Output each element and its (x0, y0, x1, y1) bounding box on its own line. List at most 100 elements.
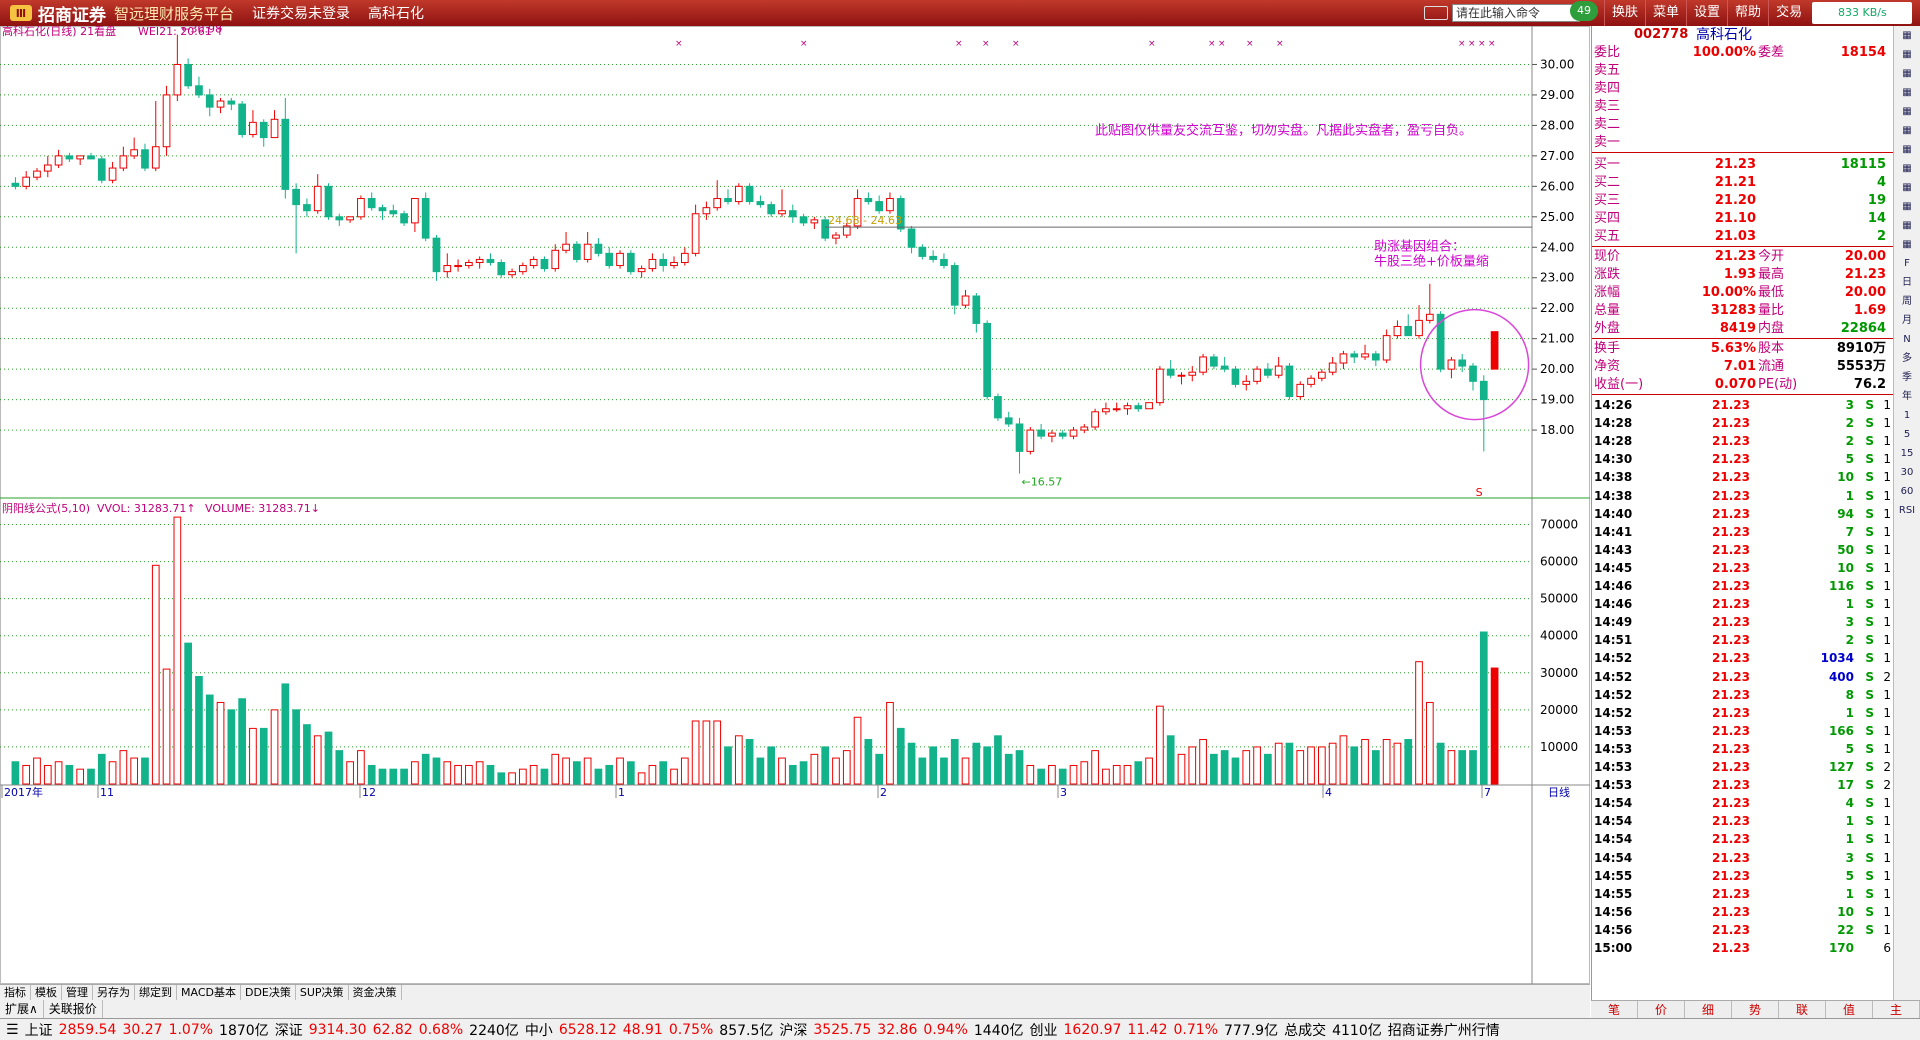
menu-item-换肤[interactable]: 换肤 (1604, 0, 1645, 26)
sell-row: 卖一 (1592, 134, 1894, 152)
candle[interactable] (994, 393, 1002, 421)
indicator-tab-指标[interactable]: 指标 (0, 985, 31, 1000)
side-tool-icon[interactable]: ▦ (1894, 26, 1920, 45)
login-status[interactable]: 证券交易未登录 (252, 3, 350, 23)
indicator-tab-MACD基本[interactable]: MACD基本 (177, 985, 241, 1000)
side-tab-月[interactable]: 月 (1894, 311, 1920, 330)
side-tool-icon[interactable]: ▦ (1894, 235, 1920, 254)
candle[interactable] (745, 183, 754, 205)
menu-item-交易[interactable]: 交易 (1768, 0, 1809, 26)
side-tab-1[interactable]: 1 (1894, 406, 1920, 425)
extension-tab-关联报价[interactable]: 关联报价 (44, 1000, 103, 1018)
side-tool-icon[interactable]: ▦ (1894, 178, 1920, 197)
index-change: 30.27 (122, 1021, 163, 1038)
tick-count: 2 (1883, 778, 1891, 793)
candle[interactable] (238, 101, 246, 138)
side-tab-5[interactable]: 5 (1894, 425, 1920, 444)
kline-chart[interactable]: 30.00 29.00 28.00 27.00 26.00 25.00 24.00 23.00… (0, 26, 1590, 984)
candle[interactable] (1253, 366, 1261, 385)
side-tool-icon[interactable]: ▦ (1894, 121, 1920, 140)
indicator-tab-管理[interactable]: 管理 (62, 985, 93, 1000)
candle[interactable] (1490, 331, 1499, 370)
indicator-tab-绑定到[interactable]: 绑定到 (135, 985, 177, 1000)
volume-bar (972, 742, 981, 785)
side-tab-60[interactable]: 60 (1894, 482, 1920, 501)
candle[interactable] (983, 320, 991, 400)
side-tool-icon[interactable]: ▦ (1894, 83, 1920, 102)
side-tab-日[interactable]: 日 (1894, 273, 1920, 292)
candle[interactable] (573, 241, 581, 263)
candle-body (670, 262, 678, 267)
quote-tab-联[interactable]: 联 (1779, 1001, 1826, 1018)
side-tool-icon[interactable]: ▦ (1894, 216, 1920, 235)
volume-bar (1058, 768, 1067, 785)
menu-item-帮助[interactable]: 帮助 (1727, 0, 1768, 26)
tick-direction: S (1865, 651, 1874, 666)
keyboard-icon[interactable] (1424, 6, 1448, 20)
side-tab-30[interactable]: 30 (1894, 463, 1920, 482)
extension-tab-扩展∧[interactable]: 扩展∧ (0, 1000, 44, 1018)
candle[interactable] (324, 183, 333, 220)
volume-bar (907, 742, 916, 785)
side-tool-icon[interactable]: ▦ (1894, 102, 1920, 121)
notification-badge[interactable]: 49 (1570, 1, 1598, 21)
candle[interactable] (1296, 381, 1305, 400)
quote-tab-细[interactable]: 细 (1685, 1001, 1732, 1018)
side-tab-季[interactable]: 季 (1894, 368, 1920, 387)
candle[interactable] (1199, 353, 1207, 376)
indicator-tab-资金决策[interactable]: 资金决策 (349, 985, 402, 1000)
volume-bar (1285, 742, 1294, 785)
side-tool-icon[interactable]: ▦ (1894, 140, 1920, 159)
side-tab-多[interactable]: 多 (1894, 349, 1920, 368)
command-input[interactable]: 请在此输入命令 (1452, 4, 1580, 22)
quote-tab-主[interactable]: 主 (1873, 1001, 1920, 1018)
candle[interactable] (1231, 366, 1240, 388)
side-tab-F[interactable]: F (1894, 254, 1920, 273)
candle[interactable] (734, 183, 743, 205)
indicator-tab-SUP决策[interactable]: SUP决策 (296, 985, 349, 1000)
candle[interactable] (162, 85, 171, 156)
candle[interactable] (626, 250, 635, 275)
quote-tab-价[interactable]: 价 (1638, 1001, 1685, 1018)
tick-row: 14:54 21.23 1 S 1 (1592, 812, 1894, 830)
side-tool-icon[interactable]: ▦ (1894, 159, 1920, 178)
menu-item-菜单[interactable]: 菜单 (1645, 0, 1686, 26)
volume-bar (745, 739, 754, 785)
side-tool-icon[interactable]: ▦ (1894, 64, 1920, 83)
tick-price: 21.23 (1712, 452, 1750, 467)
quote-tab-笔[interactable]: 笔 (1591, 1001, 1638, 1018)
quote-tab-势[interactable]: 势 (1732, 1001, 1779, 1018)
side-tool-icon[interactable]: ▦ (1894, 45, 1920, 64)
indicator-tab-另存为[interactable]: 另存为 (93, 985, 135, 1000)
menu-item-设置[interactable]: 设置 (1686, 0, 1727, 26)
indicator-tab-DDE决策[interactable]: DDE决策 (241, 985, 296, 1000)
volume-bar (886, 701, 894, 785)
candle[interactable] (421, 192, 430, 242)
candle[interactable] (1026, 427, 1035, 455)
candle[interactable] (497, 259, 506, 278)
side-tab-RSI[interactable]: RSI (1894, 501, 1920, 520)
side-tab-15[interactable]: 15 (1894, 444, 1920, 463)
indicator-tab-模板[interactable]: 模板 (31, 985, 62, 1000)
candle-body (778, 210, 786, 215)
candle[interactable] (1156, 366, 1164, 406)
side-tool-icon[interactable]: ▦ (1894, 197, 1920, 216)
candle[interactable] (357, 195, 365, 220)
tick-price: 21.23 (1712, 796, 1750, 811)
price-tick-label: 19.00 (1540, 393, 1574, 407)
candle-body (1393, 325, 1402, 337)
side-tab-年[interactable]: 年 (1894, 387, 1920, 406)
volume-bar (519, 768, 527, 785)
side-tab-N[interactable]: N (1894, 330, 1920, 349)
tick-time: 14:45 (1594, 560, 1633, 575)
candle[interactable] (97, 155, 106, 184)
candle[interactable] (616, 250, 624, 269)
candle[interactable] (1285, 363, 1294, 400)
tick-count: 1 (1883, 579, 1891, 593)
quote-tab-值[interactable]: 值 (1826, 1001, 1873, 1018)
candle[interactable] (1145, 402, 1153, 410)
side-tab-周[interactable]: 周 (1894, 292, 1920, 311)
candle[interactable] (1091, 408, 1099, 431)
menu-icon[interactable]: ☰ (6, 1022, 19, 1038)
tick-count: 1 (1883, 597, 1891, 612)
